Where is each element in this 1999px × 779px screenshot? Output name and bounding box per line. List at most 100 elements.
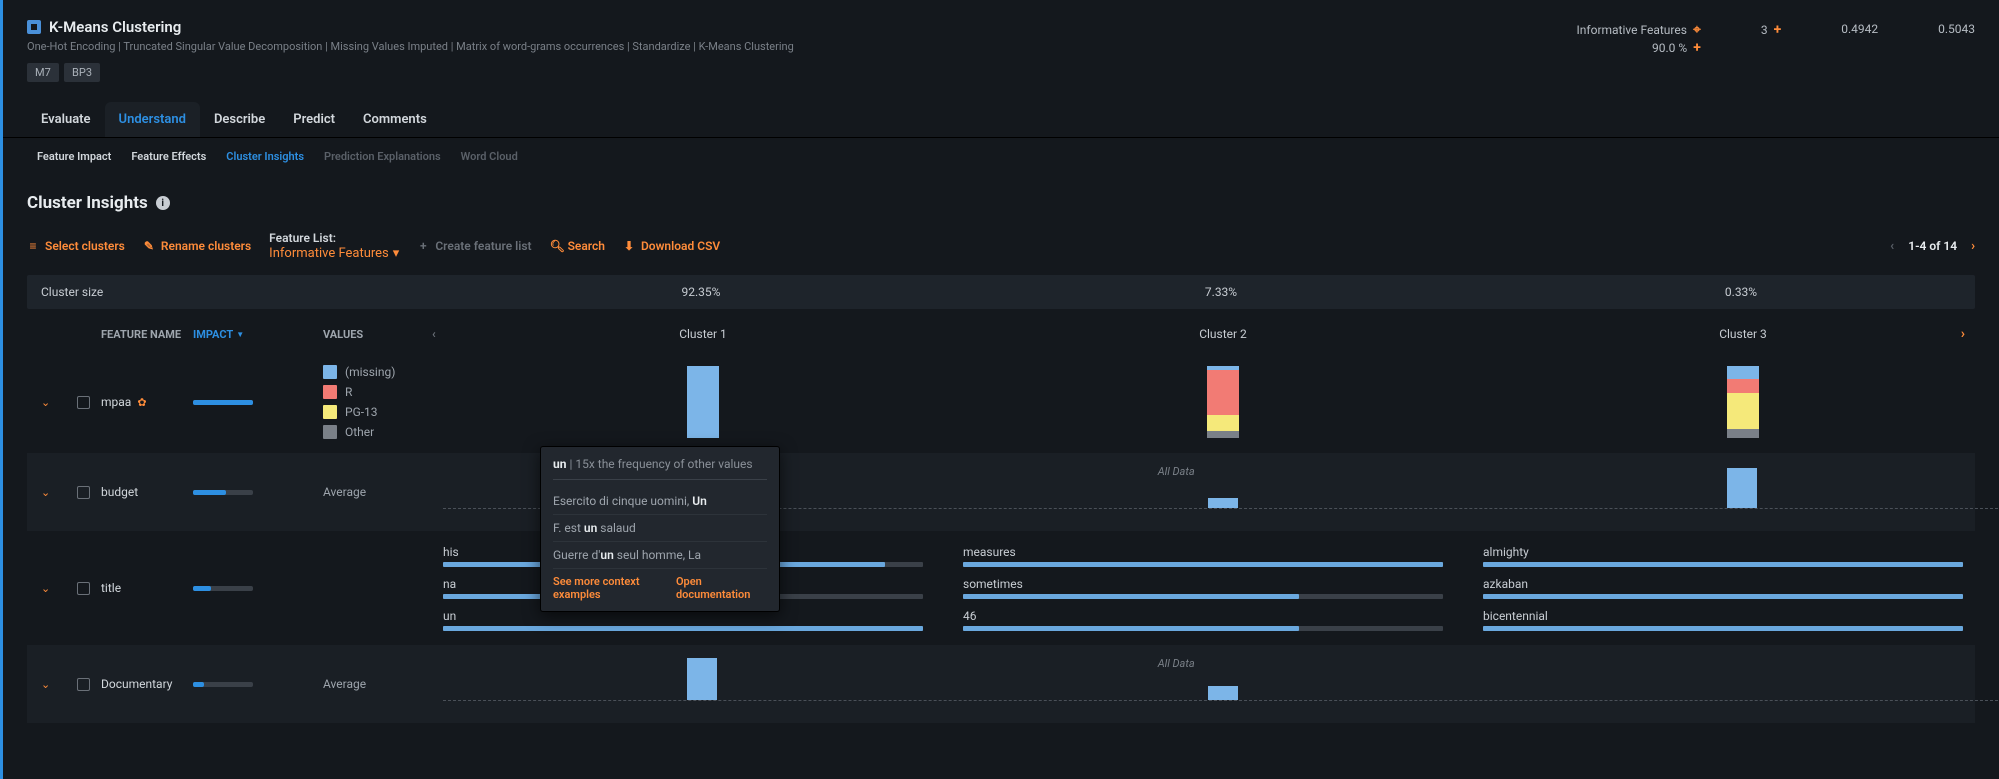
create-feature-list-label: Create feature list <box>435 239 531 253</box>
mpaa-stack-c3 <box>1727 366 1759 438</box>
select-clusters-label: Select clusters <box>45 239 125 253</box>
feature-name-mpaa: mpaa <box>101 395 131 409</box>
swatch-pg13 <box>323 405 337 419</box>
feature-name-budget: budget <box>101 485 138 499</box>
cluster-size-row: Cluster size 92.35% 7.33% 0.33% <box>27 275 1975 309</box>
model-icon <box>27 20 41 34</box>
legend-missing: (missing) <box>345 365 395 379</box>
documentary-baseline <box>443 700 1999 701</box>
edit-icon: ✎ <box>143 239 155 253</box>
create-feature-list-button[interactable]: + Create feature list <box>417 239 531 253</box>
search-label: Search <box>568 239 605 253</box>
cluster-scroll-left[interactable]: ‹ <box>432 327 436 341</box>
model-pipeline: One-Hot Encoding | Truncated Singular Va… <box>27 40 1577 53</box>
title-token: azkaban <box>1483 577 1963 591</box>
documentary-values: Average <box>323 677 443 691</box>
metric-features: Informative Features ⌖ 90.0 % + <box>1577 22 1701 56</box>
tab-evaluate[interactable]: Evaluate <box>27 102 105 137</box>
legend-pg13: PG-13 <box>345 405 378 419</box>
feature-row-budget: ⌄ budget Average All Data <box>27 453 1975 531</box>
swatch-r <box>323 385 337 399</box>
title-token: measures <box>963 545 1443 559</box>
subtab-word-cloud[interactable]: Word Cloud <box>451 146 528 167</box>
col-impact-label: IMPACT <box>193 328 233 341</box>
expand-toggle[interactable]: ⌄ <box>41 678 77 691</box>
toolbar: ≡ Select clusters ✎ Rename clusters Feat… <box>3 231 1999 275</box>
plus-icon[interactable]: + <box>1774 22 1782 38</box>
download-csv-button[interactable]: ⬇ Download CSV <box>623 239 720 253</box>
page-prev-button[interactable]: ‹ <box>1890 239 1894 254</box>
cluster-1-header[interactable]: Cluster 1 <box>443 327 963 341</box>
col-impact[interactable]: IMPACT ▼ <box>193 328 323 341</box>
metric-features-label: Informative Features <box>1577 23 1687 37</box>
tooltip-more-examples-link[interactable]: See more context examples <box>553 575 674 601</box>
cluster-2-header[interactable]: Cluster 2 <box>963 327 1483 341</box>
target-icon[interactable]: ⌖ <box>1693 22 1701 38</box>
budget-bar-c2 <box>1208 498 1238 508</box>
tooltip-example: Esercito di cinque uomini, Un <box>553 488 767 515</box>
badge-m7[interactable]: M7 <box>27 63 59 82</box>
download-csv-label: Download CSV <box>641 239 720 253</box>
subtab-cluster-insights[interactable]: Cluster Insights <box>216 146 314 167</box>
metric-3-value: 0.4942 <box>1841 22 1878 36</box>
expand-toggle[interactable]: ⌄ <box>41 486 77 499</box>
feature-row-mpaa: ⌄ mpaa ✿ (missing) R PG-13 Other <box>27 351 1975 453</box>
feature-row-title: ⌄ title his na un measures sometimes 46 … <box>27 531 1975 645</box>
checkbox-budget[interactable] <box>77 486 90 499</box>
feature-name-documentary: Documentary <box>101 677 172 691</box>
badge-bp3[interactable]: BP3 <box>64 63 100 82</box>
section-title: Cluster Insights <box>27 193 148 213</box>
plus-icon[interactable]: + <box>1693 40 1701 56</box>
cluster-3-size: 0.33% <box>1481 285 1999 299</box>
cluster-3-header[interactable]: Cluster 3 <box>1483 327 1999 341</box>
metric-4-value: 0.5043 <box>1938 22 1975 36</box>
col-feature-name[interactable]: FEATURE NAME <box>101 328 193 341</box>
gear-icon[interactable]: ✿ <box>137 396 146 409</box>
search-button[interactable]: 🔍︎ Search <box>550 239 605 253</box>
rename-clusters-label: Rename clusters <box>161 239 251 253</box>
subtab-feature-effects[interactable]: Feature Effects <box>121 146 216 167</box>
tab-describe[interactable]: Describe <box>200 102 279 137</box>
metric-features-pct: 90.0 % <box>1652 41 1687 55</box>
expand-toggle[interactable]: ⌄ <box>41 396 77 409</box>
select-clusters-button[interactable]: ≡ Select clusters <box>27 239 125 253</box>
expand-toggle[interactable]: ⌄ <box>41 582 77 595</box>
chevron-down-icon: ▾ <box>393 246 400 261</box>
subtab-prediction-explanations[interactable]: Prediction Explanations <box>314 146 451 167</box>
tooltip-open-docs-link[interactable]: Open documentation <box>676 575 767 601</box>
main-tabs: Evaluate Understand Describe Predict Com… <box>3 102 1999 138</box>
column-headers: FEATURE NAME IMPACT ▼ VALUES Cluster 1 C… <box>27 317 1975 351</box>
checkbox-mpaa[interactable] <box>77 396 90 409</box>
tab-understand[interactable]: Understand <box>105 102 200 137</box>
page-next-button[interactable]: › <box>1971 239 1975 254</box>
sub-tabs: Feature Impact Feature Effects Cluster I… <box>3 138 1999 185</box>
info-icon[interactable]: i <box>156 196 170 210</box>
all-data-label: All Data <box>1158 657 1195 670</box>
legend-r: R <box>345 385 352 399</box>
title-cell-c2: measures sometimes 46 <box>963 545 1483 631</box>
tooltip-word: un <box>553 457 566 471</box>
subtab-feature-impact[interactable]: Feature Impact <box>27 146 121 167</box>
feature-list-value: Informative Features <box>269 246 389 261</box>
feature-name-title: title <box>101 581 121 595</box>
cluster-scroll-right[interactable]: › <box>1961 326 1965 342</box>
impact-bar-mpaa <box>193 400 253 405</box>
title-token: bicentennial <box>1483 609 1963 623</box>
mpaa-legend: (missing) R PG-13 Other <box>323 365 443 439</box>
col-values[interactable]: VALUES <box>323 328 443 341</box>
rename-clusters-button[interactable]: ✎ Rename clusters <box>143 239 251 253</box>
tab-predict[interactable]: Predict <box>279 102 349 137</box>
tooltip-freq: 15x the frequency of other values <box>575 457 752 471</box>
checkbox-title[interactable] <box>77 582 90 595</box>
metric-4: 0.5043 <box>1938 22 1975 36</box>
impact-bar-title <box>193 586 253 591</box>
model-header: K-Means Clustering One-Hot Encoding | Tr… <box>3 0 1999 90</box>
tab-comments[interactable]: Comments <box>349 102 441 137</box>
mpaa-stack-c2 <box>1207 366 1239 438</box>
documentary-bar-c1 <box>687 658 717 700</box>
token-tooltip: un | 15x the frequency of other values E… <box>540 446 780 612</box>
budget-bar-c3 <box>1727 468 1757 508</box>
metric-2: 3 + <box>1761 22 1781 38</box>
feature-list-dropdown[interactable]: Informative Features ▾ <box>269 246 399 261</box>
checkbox-documentary[interactable] <box>77 678 90 691</box>
